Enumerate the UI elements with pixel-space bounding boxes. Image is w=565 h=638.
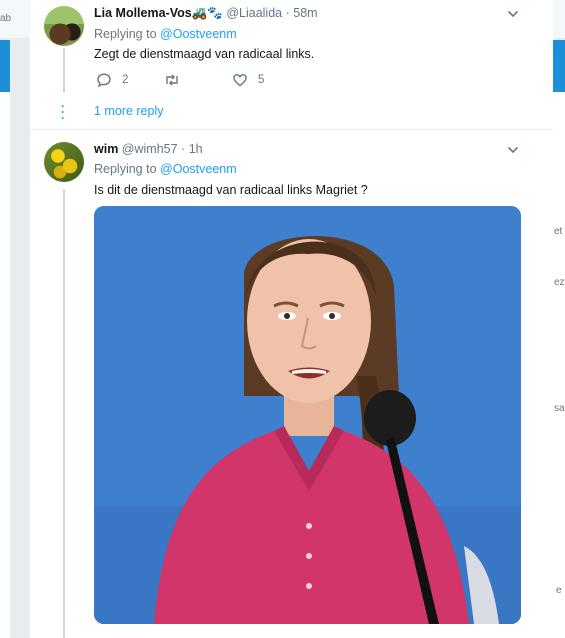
background-text-fragment: et (554, 226, 563, 237)
replying-to: Replying to @Oostveenm (94, 27, 237, 41)
avatar[interactable] (44, 142, 84, 182)
retweet-icon (166, 74, 178, 86)
user-handle[interactable]: @Liaalida (226, 6, 282, 20)
tweet-header: Lia Mollema-Vos🚜🐾 @Liaalida · 58m (94, 6, 318, 21)
reply-icon (97, 73, 111, 88)
user-handle[interactable]: @wimh57 (122, 142, 178, 156)
reply-count: 2 (122, 74, 129, 86)
background-header-right (553, 40, 565, 92)
like-count: 5 (258, 74, 265, 86)
thread-dots-icon: · · · (61, 99, 65, 125)
background-text-fragment: e (556, 585, 562, 596)
replying-to: Replying to @Oostveenm (94, 162, 237, 176)
reply-button[interactable]: 2 (96, 72, 128, 88)
like-icon (233, 74, 247, 87)
background-header-left (0, 40, 10, 92)
replying-to-label: Replying to (94, 162, 157, 176)
replying-to-link[interactable]: @Oostveenm (160, 27, 237, 41)
person-photo (94, 206, 521, 624)
replying-to-label: Replying to (94, 27, 157, 41)
thread-connector (63, 48, 65, 92)
thread-connector (63, 189, 65, 638)
avatar[interactable] (44, 6, 84, 46)
display-name[interactable]: wim (94, 142, 118, 156)
chevron-down-icon[interactable] (507, 8, 519, 20)
separator: · (285, 6, 290, 20)
separator: · (181, 142, 186, 156)
tweet[interactable]: · · · Lia Mollema-Vos🚜🐾 @Liaalida · 58m Re… (30, 0, 553, 130)
background-text-fragment: sa (554, 403, 565, 414)
background-right-column (553, 92, 565, 638)
replying-to-link[interactable]: @Oostveenm (160, 162, 237, 176)
retweet-button[interactable] (164, 72, 190, 88)
background-text-fragment: ab (0, 13, 12, 24)
background-left-column (0, 92, 10, 638)
timestamp[interactable]: 1h (189, 142, 203, 156)
tweet-header: wim @wimh57 · 1h (94, 142, 203, 156)
tweet[interactable]: wim @wimh57 · 1h Replying to @Oostveenm … (30, 131, 553, 638)
like-button[interactable]: 5 (232, 72, 264, 88)
conversation-thread: · · · Lia Mollema-Vos🚜🐾 @Liaalida · 58m Re… (30, 0, 553, 638)
background-text-fragment: ez (554, 277, 565, 288)
tweet-text: Is dit de dienstmaagd van radicaal links… (94, 183, 368, 197)
tweet-photo[interactable] (94, 206, 521, 624)
more-replies-link[interactable]: 1 more reply (94, 104, 163, 118)
tweet-text: Zegt de dienstmaagd van radicaal links. (94, 47, 315, 61)
timestamp[interactable]: 58m (293, 6, 317, 20)
display-name[interactable]: Lia Mollema-Vos🚜🐾 (94, 6, 223, 20)
chevron-down-icon[interactable] (507, 144, 519, 156)
